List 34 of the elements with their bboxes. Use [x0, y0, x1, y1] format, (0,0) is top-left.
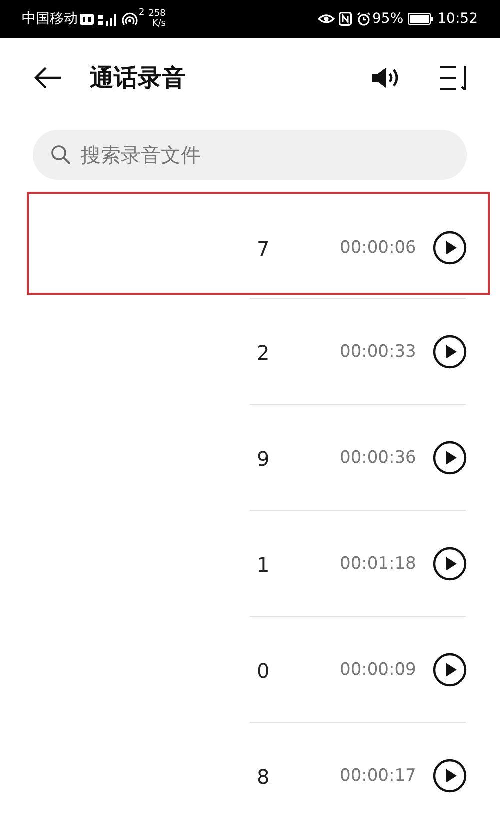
network-speed: 258: [148, 9, 166, 19]
play-icon[interactable]: [433, 335, 467, 369]
recording-name: 7: [257, 236, 270, 263]
duration-text: 00:01:18: [340, 553, 416, 576]
battery-icon: [408, 13, 434, 25]
duration-text: 00:00:36: [340, 447, 416, 470]
play-icon[interactable]: [433, 441, 467, 475]
eye-icon: [318, 12, 335, 26]
play-icon[interactable]: [433, 547, 467, 581]
recording-name: 9: [257, 446, 270, 473]
nfc-icon: [338, 12, 352, 26]
search-field[interactable]: 搜索录音文件: [33, 130, 467, 180]
carrier-name: 中国移动: [22, 10, 78, 28]
hotspot-count: 2: [139, 7, 145, 20]
page-title: 通话录音: [90, 63, 186, 94]
battery-percent: 95%: [372, 10, 404, 28]
recording-name: 0: [257, 658, 270, 685]
play-icon[interactable]: [433, 759, 467, 793]
play-icon[interactable]: [433, 653, 467, 687]
recording-name: 1: [257, 552, 270, 579]
signal-icon: [98, 12, 118, 26]
speed-unit: K/s: [152, 19, 166, 29]
back-arrow-icon[interactable]: [34, 66, 62, 90]
duration-text: 00:00:33: [340, 341, 416, 364]
duration-text: 00:00:09: [340, 659, 416, 682]
search-icon: [51, 145, 71, 165]
duration-text: 00:00:17: [340, 765, 416, 788]
duration-text: 00:00:06: [340, 237, 416, 260]
clock-time: 10:52: [438, 10, 478, 28]
play-icon[interactable]: [433, 231, 467, 265]
recording-name: 8: [257, 764, 270, 791]
alarm-icon: [356, 12, 371, 26]
recording-name: 2: [257, 340, 270, 367]
hotspot-icon: [122, 12, 138, 26]
